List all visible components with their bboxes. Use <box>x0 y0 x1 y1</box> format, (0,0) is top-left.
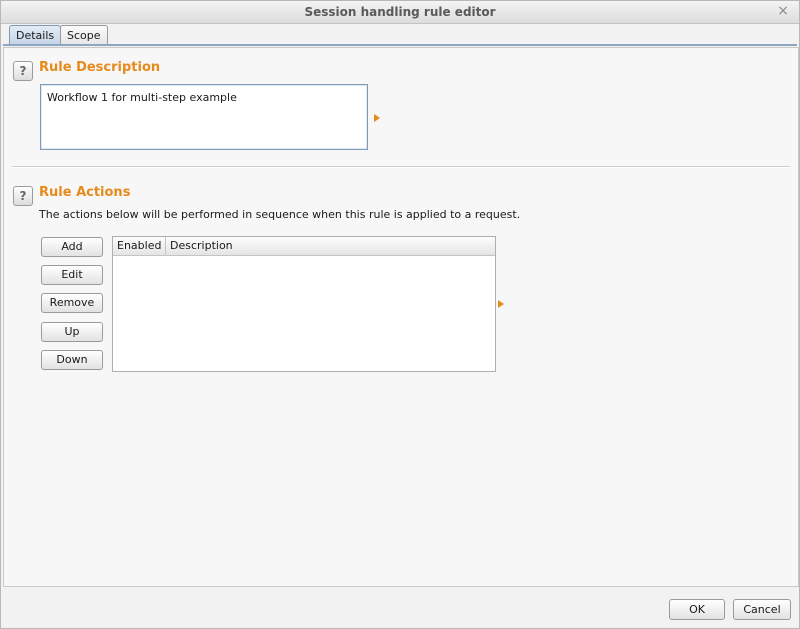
column-header-description[interactable]: Description <box>166 237 495 255</box>
help-icon[interactable]: ? <box>13 61 33 81</box>
tab-scope[interactable]: Scope <box>60 25 108 45</box>
add-button[interactable]: Add <box>41 237 103 257</box>
rule-actions-table[interactable]: Enabled Description <box>112 236 496 372</box>
column-header-enabled[interactable]: Enabled <box>113 237 166 255</box>
close-icon[interactable]: × <box>777 3 789 19</box>
rule-description-field[interactable]: Workflow 1 for multi-step example <box>40 84 368 150</box>
tab-underline <box>3 44 797 46</box>
details-panel: ? Rule Description Workflow 1 for multi-… <box>3 47 799 587</box>
rule-actions-title: Rule Actions <box>39 185 131 200</box>
expand-arrow-icon[interactable] <box>374 114 380 122</box>
edit-button[interactable]: Edit <box>41 265 103 285</box>
help-icon[interactable]: ? <box>13 186 33 206</box>
up-button[interactable]: Up <box>41 322 103 342</box>
title-bar: Session handling rule editor × <box>1 1 799 24</box>
table-header: Enabled Description <box>113 237 495 256</box>
rule-actions-help-text: The actions below will be performed in s… <box>39 208 521 221</box>
tab-bar: Details Scope <box>1 24 799 45</box>
session-rule-editor-window: Session handling rule editor × Details S… <box>0 0 800 629</box>
rule-description-title: Rule Description <box>39 60 161 75</box>
cancel-button[interactable]: Cancel <box>733 599 791 620</box>
ok-button[interactable]: OK <box>669 599 725 620</box>
window-title: Session handling rule editor <box>304 5 496 19</box>
section-divider <box>12 166 790 168</box>
remove-button[interactable]: Remove <box>41 293 103 313</box>
expand-arrow-icon[interactable] <box>498 300 504 308</box>
down-button[interactable]: Down <box>41 350 103 370</box>
tab-details[interactable]: Details <box>9 25 62 45</box>
